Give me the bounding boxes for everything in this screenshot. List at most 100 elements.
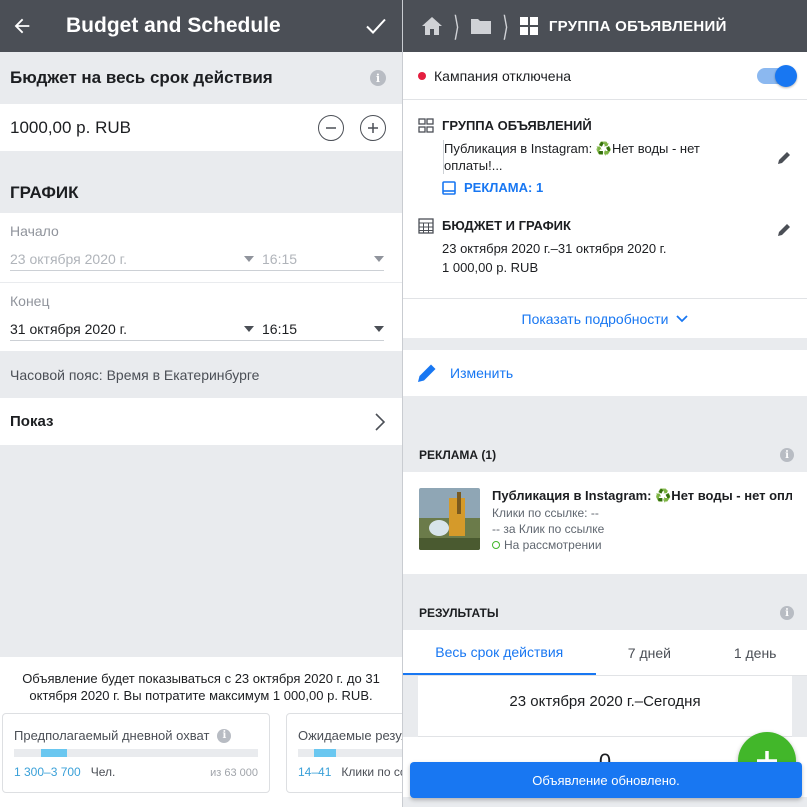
- left-top-bar: Budget and Schedule: [0, 0, 402, 52]
- adset-block: ГРУППА ОБЪЯВЛЕНИЙ Публикация в Instagram…: [418, 100, 792, 202]
- tab-lifetime[interactable]: Весь срок действия: [403, 630, 596, 675]
- adset-name: Публикация в Instagram: ♻️Нет воды - нет…: [443, 140, 792, 174]
- grid-icon: [519, 17, 538, 35]
- edit-pencil-icon[interactable]: [776, 222, 792, 238]
- placement-label: Показ: [10, 413, 54, 430]
- adset-heading: ГРУППА ОБЪЯВЛЕНИЙ: [442, 118, 592, 133]
- start-date: 23 октября 2020 г.: [10, 250, 127, 267]
- edit-pencil-icon[interactable]: [776, 150, 792, 166]
- reach-bar: [14, 749, 258, 757]
- ad-status: На рассмотрении: [504, 538, 602, 552]
- toast-message: Объявление обновлено.: [410, 762, 802, 798]
- budget-schedule-block: БЮДЖЕТ И ГРАФИК 23 октября 2020 г.–31 ок…: [418, 202, 792, 298]
- results-unit: Клики по ссылке: [341, 765, 402, 779]
- results-bar: [298, 749, 402, 757]
- status-dot: [418, 71, 426, 80]
- start-label: Начало: [10, 223, 59, 239]
- ads-count-label: РЕКЛАМА: 1: [464, 180, 544, 195]
- campaign-toggle[interactable]: [757, 64, 797, 87]
- ad-list-item[interactable]: Публикация в Instagram: ♻️Нет воды - нет…: [403, 472, 807, 574]
- breadcrumb-separator-icon: ⟩: [502, 10, 509, 42]
- calendar-icon: [418, 218, 434, 234]
- dropdown-arrow-icon: [244, 325, 254, 332]
- campaign-status-row: Кампания отключена: [403, 52, 807, 100]
- info-icon[interactable]: i: [780, 448, 794, 462]
- page-title: Budget and Schedule: [66, 14, 281, 37]
- reach-max: из 63 000: [210, 767, 258, 779]
- results-section-title: РЕЗУЛЬТАТЫ: [419, 606, 499, 620]
- ad-cost: -- за Клик по ссылке: [492, 522, 605, 536]
- edit-button[interactable]: Изменить: [403, 350, 807, 396]
- reach-unit: Чел.: [90, 765, 116, 779]
- budget-schedule-heading: БЮДЖЕТ И ГРАФИК: [442, 218, 571, 233]
- results-range: 14–41: [298, 765, 332, 779]
- placement-row[interactable]: Показ: [0, 398, 402, 445]
- show-details-button[interactable]: Показать подробности: [403, 298, 807, 338]
- increase-budget-button[interactable]: [360, 114, 386, 141]
- timezone-text: Часовой пояс: Время в Екатеринбурге: [10, 366, 260, 383]
- results-tabs: Весь срок действия 7 дней 1 день: [403, 630, 807, 676]
- plus-icon: [368, 122, 378, 133]
- info-icon[interactable]: i: [780, 606, 794, 620]
- tab-7-days[interactable]: 7 дней: [596, 630, 704, 675]
- adset-summary: ГРУППА ОБЪЯВЛЕНИЙ Публикация в Instagram…: [403, 100, 807, 298]
- budget-amount-input[interactable]: 1000,00 р. RUB: [10, 118, 302, 138]
- chevron-down-icon: [676, 314, 689, 322]
- start-field: Начало 23 октября 2020 г. 16:15: [0, 213, 402, 282]
- results-estimate-card: Ожидаемые резул 14–41 Клики по ссылке: [286, 713, 402, 793]
- budget-header: Бюджет на весь срок действия i: [0, 52, 402, 104]
- minus-icon: [326, 126, 336, 129]
- schedule-heading: ГРАФИК: [10, 183, 79, 202]
- reach-estimate-card: Предполагаемый дневной охват i 1 300–3 70…: [2, 713, 270, 793]
- dropdown-arrow-icon: [374, 325, 384, 332]
- dropdown-arrow-icon: [244, 255, 254, 262]
- ad-clicks: Клики по ссылке: --: [492, 506, 599, 520]
- end-field: Конец 31 октября 2020 г. 16:15: [0, 282, 402, 351]
- breadcrumb-current: ГРУППА ОБЪЯВЛЕНИЙ: [548, 17, 727, 35]
- campaign-status-text: Кампания отключена: [434, 67, 572, 84]
- results-section-header: РЕЗУЛЬТАТЫ i: [403, 582, 807, 630]
- results-date-range: 23 октября 2020 г.–Сегодня: [418, 676, 792, 737]
- end-date-select[interactable]: 31 октября 2020 г.: [10, 321, 244, 337]
- pencil-icon: [418, 364, 436, 382]
- ad-title: Публикация в Instagram: ♻️Нет воды - нет…: [492, 488, 792, 503]
- ad-icon: [442, 180, 456, 195]
- reach-title: Предполагаемый дневной охват: [14, 728, 210, 743]
- end-label: Конец: [10, 293, 50, 309]
- dropdown-arrow-icon: [374, 255, 384, 262]
- right-top-bar: ⟩ ⟩ ГРУППА ОБЪЯВЛЕНИЙ: [403, 0, 807, 52]
- arrow-left-icon: [14, 18, 30, 34]
- ad-thumbnail: [419, 488, 480, 550]
- ads-section-title: РЕКЛАМА (1): [419, 448, 497, 462]
- adset-panel: ⟩ ⟩ ГРУППА ОБЪЯВЛЕНИЙ Кампания отключена…: [402, 0, 807, 807]
- results-date-range-text: 23 октября 2020 г.–Сегодня: [509, 693, 701, 710]
- end-time-select[interactable]: 16:15: [262, 321, 374, 337]
- ads-section-header: РЕКЛАМА (1) i: [403, 424, 807, 472]
- confirm-button[interactable]: [350, 0, 402, 52]
- decrease-budget-button[interactable]: [318, 114, 344, 141]
- estimate-footer: Объявление будет показываться с 23 октяб…: [0, 657, 402, 807]
- budget-schedule-amount: 1 000,00 р. RUB: [442, 260, 539, 275]
- folder-icon[interactable]: [470, 17, 492, 35]
- status-dot-icon: [492, 541, 500, 549]
- chevron-right-icon: [375, 412, 386, 431]
- budget-schedule-panel: Budget and Schedule Бюджет на весь срок …: [0, 0, 402, 807]
- delivery-summary: Объявление будет показываться с 23 октяб…: [22, 671, 380, 703]
- ads-count-link[interactable]: РЕКЛАМА: 1: [442, 180, 792, 195]
- edit-label: Изменить: [450, 365, 514, 381]
- budget-schedule-dates: 23 октября 2020 г.–31 октября 2020 г.: [442, 241, 667, 256]
- budget-heading: Бюджет на весь срок действия: [10, 68, 273, 87]
- show-details-label: Показать подробности: [521, 310, 669, 327]
- info-icon[interactable]: i: [370, 70, 386, 86]
- adset-icon: [418, 118, 434, 133]
- start-time: 16:15: [262, 250, 298, 267]
- home-icon[interactable]: [421, 16, 443, 36]
- checkmark-icon: [366, 18, 386, 34]
- results-title: Ожидаемые резул: [298, 728, 402, 743]
- info-icon[interactable]: i: [217, 728, 232, 743]
- reach-range: 1 300–3 700: [14, 765, 81, 779]
- tab-1-day[interactable]: 1 день: [703, 630, 807, 675]
- back-button[interactable]: [0, 0, 44, 52]
- budget-amount-row: 1000,00 р. RUB: [0, 104, 402, 151]
- breadcrumb-separator-icon: ⟩: [453, 10, 460, 42]
